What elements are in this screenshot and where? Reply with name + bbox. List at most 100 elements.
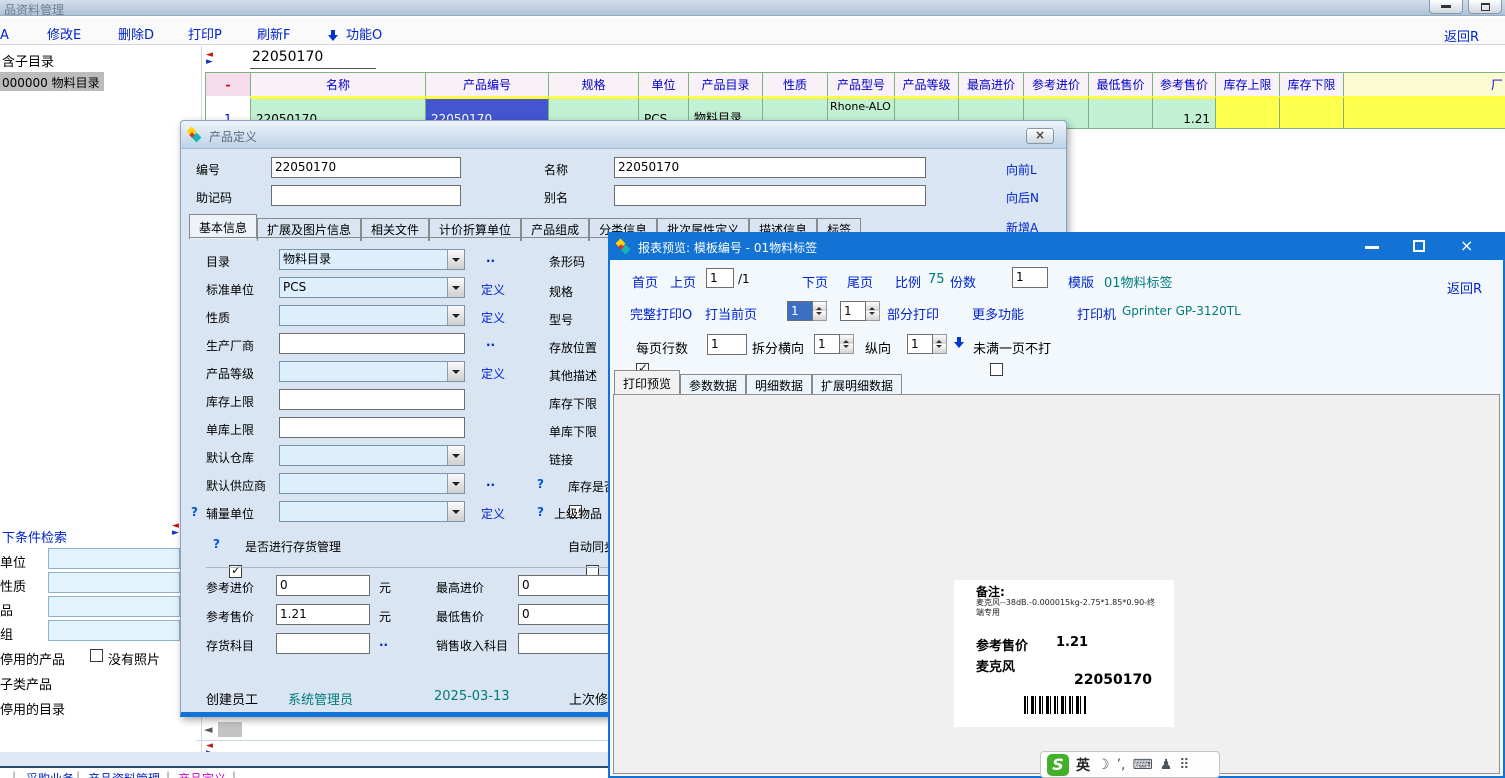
h-scrollbar[interactable]: ◄ xyxy=(202,721,602,738)
menu-delete[interactable]: 删除D xyxy=(118,24,154,43)
pv-to-spinner[interactable]: 1 xyxy=(840,301,880,321)
dropdown-icon[interactable] xyxy=(447,446,464,465)
col-max-buy[interactable]: 最高进价 xyxy=(959,72,1024,96)
pv-last-page[interactable]: 尾页 xyxy=(847,272,873,291)
pv-split-v-spinner[interactable]: 1 xyxy=(907,334,947,354)
col-unit[interactable]: 单位 xyxy=(639,72,689,96)
preview-titlebar[interactable]: 报表预览: 模板编号 - 01物料标签 × xyxy=(610,234,1503,260)
spin-down-icon[interactable] xyxy=(933,344,946,353)
aux-unit-define-link[interactable]: 定义 xyxy=(481,505,505,522)
inventory-help[interactable]: ? xyxy=(213,537,220,551)
dropdown-icon[interactable] xyxy=(447,306,464,325)
col-name[interactable]: 名称 xyxy=(251,72,426,96)
scroll-thumb[interactable] xyxy=(218,722,242,737)
tab-basic-info[interactable]: 基本信息 xyxy=(189,214,257,239)
ime-punct-icon[interactable]: ’, xyxy=(1117,757,1126,773)
ime-lang-icon[interactable]: 英 xyxy=(1076,755,1090,775)
code-input[interactable]: 22050170 xyxy=(271,157,461,178)
dropdown-icon[interactable] xyxy=(447,250,464,269)
search-value[interactable]: 22050170 xyxy=(252,49,323,65)
filter-group-input[interactable] xyxy=(48,620,180,641)
stock-subject-browse-link[interactable]: .. xyxy=(379,635,388,649)
maker-input[interactable] xyxy=(279,333,465,354)
col-spec[interactable]: 规格 xyxy=(549,72,639,96)
alias-input[interactable] xyxy=(614,185,926,206)
ime-keyboard-icon[interactable]: ⌨ xyxy=(1132,757,1152,773)
preview-maximize-button[interactable] xyxy=(1413,240,1425,252)
preview-minimize-button[interactable] xyxy=(1365,246,1379,249)
std-unit-combo[interactable]: PCS xyxy=(279,277,465,298)
tree-node-selected[interactable]: 000000 物料目录 xyxy=(0,72,104,91)
mnemonic-input[interactable] xyxy=(271,185,461,206)
dropdown-icon[interactable] xyxy=(447,474,464,493)
pv-prev-page[interactable]: 上页 xyxy=(670,272,696,291)
dialog-close-button[interactable]: × xyxy=(1026,128,1054,144)
dropdown-icon[interactable] xyxy=(447,278,464,297)
pv-partial-print[interactable]: 部分打印 xyxy=(887,304,939,323)
spin-up-icon[interactable] xyxy=(866,302,879,311)
pv-print-current[interactable]: 打当前页 xyxy=(705,304,757,323)
col-min-sell[interactable]: 最低售价 xyxy=(1089,72,1153,96)
unit-define-link[interactable]: 定义 xyxy=(481,281,505,298)
store-max-input[interactable] xyxy=(279,417,465,438)
ref-buy-input[interactable]: 0 xyxy=(276,575,370,596)
spin-up-icon[interactable] xyxy=(813,302,826,311)
menu-add[interactable]: 新增A xyxy=(0,24,9,43)
nature-define-link[interactable]: 定义 xyxy=(481,309,505,326)
filter-nature-input[interactable] xyxy=(48,572,180,593)
col-catalog[interactable]: 产品目录 xyxy=(689,72,763,96)
parent-help[interactable]: ? xyxy=(537,505,544,519)
stock-max-input[interactable] xyxy=(279,389,465,410)
spin-up-icon[interactable] xyxy=(840,335,853,344)
ref-sell-input[interactable]: 1.21 xyxy=(276,604,370,625)
warehouse-combo[interactable] xyxy=(279,445,465,466)
nav-next-link[interactable]: 向后N xyxy=(1006,189,1039,206)
menu-edit[interactable]: 修改E xyxy=(47,24,81,43)
menu-func[interactable]: 功能O xyxy=(346,24,382,43)
pv-from-spinner[interactable]: 1 xyxy=(787,301,827,321)
sogou-logo-icon[interactable]: S xyxy=(1047,754,1069,776)
dropdown-icon[interactable] xyxy=(447,362,464,381)
ime-toolbar[interactable]: S 英 ☽ ’, ⌨ ♟ ⠿ xyxy=(1040,751,1220,778)
pv-copies-input[interactable]: 1 xyxy=(1012,267,1048,288)
preview-canvas[interactable]: 备注: 麦克风--38dB.-0.000015kg-2.75*1.85*0.90… xyxy=(613,394,1500,774)
filter-pin-icon[interactable]: ◄► xyxy=(172,523,179,537)
menu-refresh[interactable]: 刷新F xyxy=(257,24,290,43)
minimize-button[interactable] xyxy=(1429,0,1463,14)
pv-page-input[interactable]: 1 xyxy=(706,268,734,288)
ime-moon-icon[interactable]: ☽ xyxy=(1097,757,1110,773)
col-code[interactable]: 产品编号 xyxy=(426,72,549,96)
pv-full-print[interactable]: 完整打印O xyxy=(630,304,692,323)
bottom-tab-product-data[interactable]: 产品资料管理 xyxy=(88,770,160,778)
maximize-button[interactable] xyxy=(1468,0,1502,14)
bottom-tab-purchase[interactable]: 采购业务 xyxy=(26,770,74,778)
filter-unit-input[interactable] xyxy=(48,548,180,569)
col-extra[interactable]: 厂 xyxy=(1344,72,1505,96)
col-ref-sell[interactable]: 参考售价 xyxy=(1153,72,1216,96)
stock-subject-input[interactable] xyxy=(276,633,370,654)
aux-unit-combo[interactable] xyxy=(279,501,465,522)
scroll-left-icon[interactable]: ◄ xyxy=(204,723,212,736)
pv-nofull-checkbox[interactable] xyxy=(990,363,1003,376)
pv-more-funcs[interactable]: 更多功能 xyxy=(972,304,1024,323)
col-rowmark[interactable]: - xyxy=(206,72,251,96)
supplier-combo[interactable] xyxy=(279,473,465,494)
col-ref-buy[interactable]: 参考进价 xyxy=(1024,72,1089,96)
spin-up-icon[interactable] xyxy=(933,335,946,344)
nav-prev-link[interactable]: 向前L xyxy=(1006,161,1037,178)
catalog-browse-link[interactable]: .. xyxy=(486,251,495,265)
filter-product-input[interactable] xyxy=(48,596,180,617)
menu-print[interactable]: 打印P xyxy=(188,24,222,43)
dropdown-icon[interactable] xyxy=(447,502,464,521)
ime-person-icon[interactable]: ♟ xyxy=(1160,757,1173,773)
main-return-link[interactable]: 返回R xyxy=(1444,26,1479,45)
preview-close-button[interactable]: × xyxy=(1460,236,1473,255)
grade-combo[interactable] xyxy=(279,361,465,382)
spin-down-icon[interactable] xyxy=(866,311,879,320)
col-stock-max[interactable]: 库存上限 xyxy=(1216,72,1280,96)
spin-down-icon[interactable] xyxy=(813,311,826,320)
pv-return-link[interactable]: 返回R xyxy=(1447,278,1482,297)
pv-first-page[interactable]: 首页 xyxy=(632,272,658,291)
pv-next-page[interactable]: 下页 xyxy=(802,272,828,291)
aux-unit-help[interactable]: ? xyxy=(191,505,198,519)
